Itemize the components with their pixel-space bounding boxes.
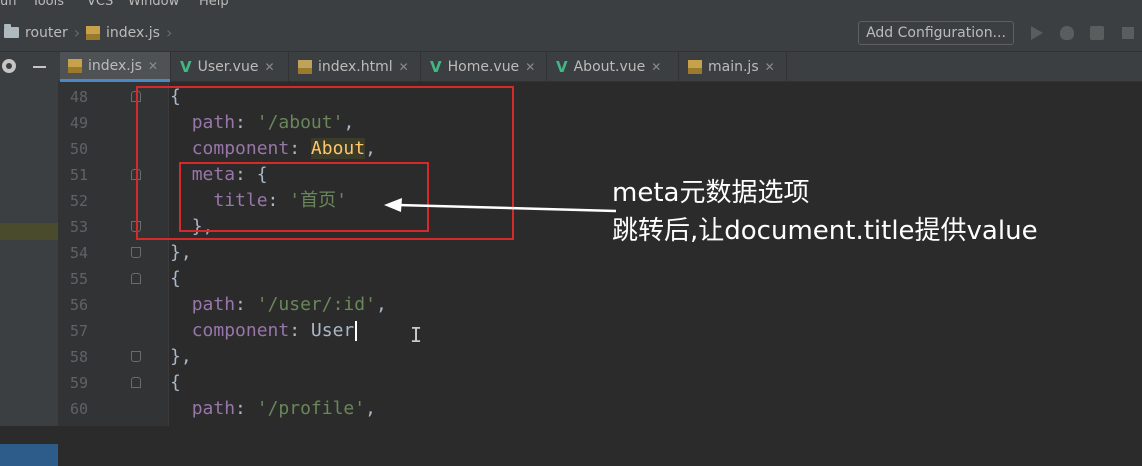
run-icon[interactable] [1031,26,1043,40]
chevron-right-icon: › [73,23,81,42]
fold-icon[interactable] [131,377,141,388]
add-configuration-button[interactable]: Add Configuration... [858,21,1014,45]
close-icon[interactable]: ✕ [264,60,274,74]
breadcrumb-router[interactable]: router › [4,23,86,42]
menu-run[interactable]: un [0,0,16,9]
breadcrumb-label: index.js [106,24,160,41]
code-identifier: User [310,320,355,341]
code-string: '/user/:id' [256,294,376,315]
gear-icon[interactable] [2,59,16,73]
code-line: 58 }, [0,344,1142,370]
tab-divider [546,52,547,82]
minimize-icon[interactable] [33,66,46,68]
tab-main-js[interactable]: main.js ✕ [680,52,786,82]
html-file-icon [298,60,312,74]
line-number: 60 [69,400,88,418]
tab-label: About.vue [573,59,646,75]
tab-divider [786,52,787,82]
fold-icon[interactable] [131,351,141,362]
line-number: 59 [69,374,88,392]
tab-divider [170,52,171,82]
code-line: 55 { [0,266,1142,292]
code-text: component: User [170,318,358,344]
code-text: { [170,372,181,393]
code-string: '/profile' [256,398,366,419]
close-icon[interactable]: ✕ [399,60,409,74]
code-text: }, [170,346,192,367]
code-line: 56 path: '/user/:id', [0,292,1142,318]
vue-file-icon: V [556,58,568,76]
line-number: 54 [69,244,88,262]
vue-file-icon: V [430,58,442,76]
menu-tools[interactable]: Tools [32,0,64,9]
code-text: path: '/profile', [191,398,376,419]
tab-label: Home.vue [447,59,520,75]
line-number: 52 [69,192,88,210]
text-cursor [355,321,358,341]
code-text: }, [170,242,192,263]
debug-icon[interactable] [1060,26,1074,40]
code-line: 60 path: '/profile', [0,396,1142,422]
fold-icon[interactable] [131,273,141,284]
project-item-selected[interactable] [0,444,58,466]
fold-icon[interactable] [131,247,141,258]
code-key: component [191,320,290,341]
annotation-subtitle: 跳转后,让document.title提供value [612,216,1038,246]
tab-label: index.js [88,57,142,74]
annotation-arrow-icon [384,198,617,213]
code-key: path [191,398,236,419]
code-line: 57 component: User [0,318,1142,344]
js-file-icon [86,25,100,40]
close-icon[interactable]: ✕ [525,60,535,74]
annotation-title: meta元数据选项 [612,178,810,208]
vue-file-icon: V [180,58,192,76]
code-text: { [170,268,181,289]
mouse-ibeam-icon: I [410,323,423,347]
tab-index-html[interactable]: index.html ✕ [290,52,420,82]
tab-divider [288,52,289,82]
menu-help[interactable]: Help [199,0,229,9]
line-number: 50 [69,140,88,158]
close-icon[interactable]: ✕ [651,60,661,74]
code-line: 59 { [0,370,1142,396]
folder-icon [4,24,19,38]
chevron-right-icon: › [165,23,173,42]
tab-user-vue[interactable]: V User.vue ✕ [172,52,288,82]
tab-label: main.js [708,59,759,75]
tab-divider [420,52,421,82]
coverage-icon[interactable] [1090,26,1104,40]
line-number: 55 [69,270,88,288]
menu-window[interactable]: Window [128,0,179,9]
menu-bar: un Tools VCS Window Help [0,0,1142,12]
breadcrumb-index-js[interactable]: index.js › [86,23,178,42]
code-text: path: '/user/:id', [191,294,387,315]
close-icon[interactable]: ✕ [765,60,775,74]
line-number: 53 [69,218,88,236]
line-number: 51 [69,166,88,184]
editor-tab-bar: index.js ✕ V User.vue ✕ index.html ✕ V H… [0,52,1142,82]
tab-about-vue[interactable]: V About.vue ✕ [548,52,678,82]
breadcrumb-label: router [25,24,68,41]
line-number: 57 [69,322,88,340]
tab-label: User.vue [197,59,259,75]
js-file-icon [688,60,702,74]
code-key: path [191,294,236,315]
tab-index-js[interactable]: index.js ✕ [60,52,170,82]
project-tool-buttons [0,52,58,82]
stop-icon[interactable] [1122,27,1134,39]
js-file-icon [68,58,82,73]
line-number: 49 [69,114,88,132]
tab-home-vue[interactable]: V Home.vue ✕ [422,52,546,82]
navigation-bar: router › index.js › Add Configuration... [0,12,1142,52]
line-number: 48 [69,88,88,106]
line-number: 56 [69,296,88,314]
close-icon[interactable]: ✕ [148,59,158,73]
tab-label: index.html [318,59,393,75]
line-number: 58 [69,348,88,366]
menu-vcs[interactable]: VCS [87,0,113,9]
tab-divider [678,52,679,82]
